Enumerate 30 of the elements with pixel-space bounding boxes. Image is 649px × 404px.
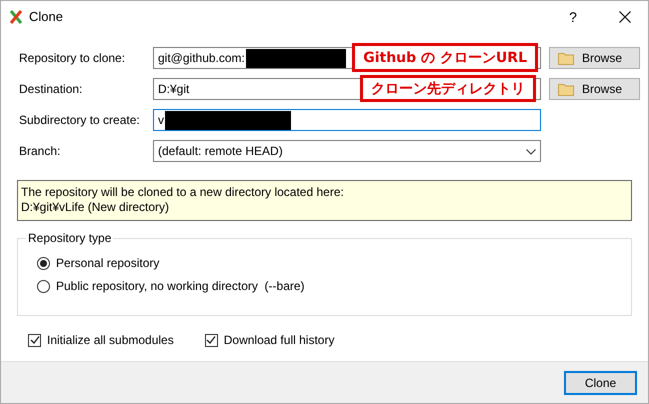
radio-label[interactable]: Public repository, no working directory (--bare) xyxy=(56,279,305,293)
field-label: Branch: xyxy=(19,144,62,158)
window-title: Clone xyxy=(29,9,64,24)
browse-button[interactable]: Browse xyxy=(549,78,640,100)
field-label: Subdirectory to create: xyxy=(19,113,141,127)
help-button[interactable]: ? xyxy=(550,8,596,24)
field-label: Repository to clone: xyxy=(19,51,126,65)
browse-button[interactable]: Browse xyxy=(549,47,640,69)
checkbox[interactable] xyxy=(204,334,218,346)
field-label: Destination: xyxy=(19,82,84,96)
checkbox[interactable] xyxy=(28,334,41,346)
radio-button[interactable] xyxy=(37,280,50,292)
group-title: Repository type xyxy=(26,231,114,245)
input-field[interactable]: v xyxy=(153,109,541,131)
annotation-callout: クローン先ディレクトリ xyxy=(360,75,536,102)
info-text: D:¥git¥vLife (New directory) xyxy=(21,200,170,215)
info-text: The repository will be cloned to a new directory located here: xyxy=(21,185,345,200)
clone-button[interactable]: Clone xyxy=(564,370,637,394)
branch-dropdown[interactable]: (default: remote HEAD) xyxy=(153,140,541,162)
annotation-callout: Github の クローンURL xyxy=(352,43,538,72)
close-icon[interactable] xyxy=(619,10,631,22)
input-field[interactable]: D:¥git クローン先ディレクトリ xyxy=(153,78,541,100)
radio-button[interactable] xyxy=(37,256,50,270)
caret-icon xyxy=(526,149,536,155)
checkbox-label[interactable]: Download full history xyxy=(224,333,334,347)
folder-icon xyxy=(558,52,574,64)
app-logo-icon xyxy=(9,10,23,24)
radio-label[interactable]: Personal repository xyxy=(56,256,160,270)
checkbox-label[interactable]: Initialize all submodules xyxy=(47,333,174,347)
folder-icon xyxy=(558,82,574,96)
